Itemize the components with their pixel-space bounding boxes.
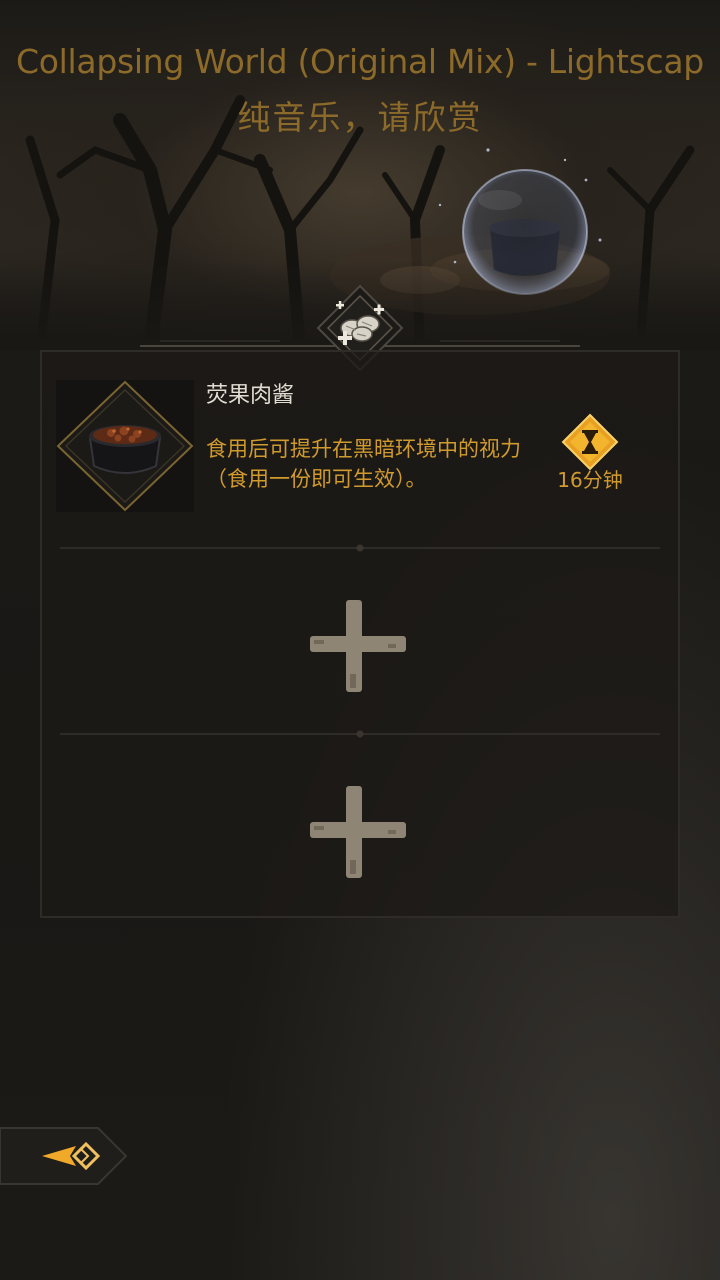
food-item-frame[interactable] [56,380,194,512]
empty-food-slot[interactable] [300,780,416,890]
slot-divider [60,544,660,552]
back-button[interactable] [0,1120,132,1192]
food-item-name: 荧果肉酱 [206,383,295,408]
music-subtitle: 纯音乐，请欣赏 [237,98,483,137]
add-plus-icon [310,786,406,878]
empty-food-slot[interactable] [300,594,416,704]
hourglass-icon [560,412,620,472]
food-duration-label: 16分钟 [557,468,623,492]
meat-stew-pot-icon [56,380,194,512]
add-plus-icon [310,600,406,692]
food-item-description: 食用后可提升在黑暗环境中的视力（食用一份即可生效）。 [206,437,521,491]
slot-divider [60,730,660,738]
music-track-title: Collapsing World (Original Mix) - Lights… [16,42,704,81]
back-arrow-icon [0,1127,128,1185]
